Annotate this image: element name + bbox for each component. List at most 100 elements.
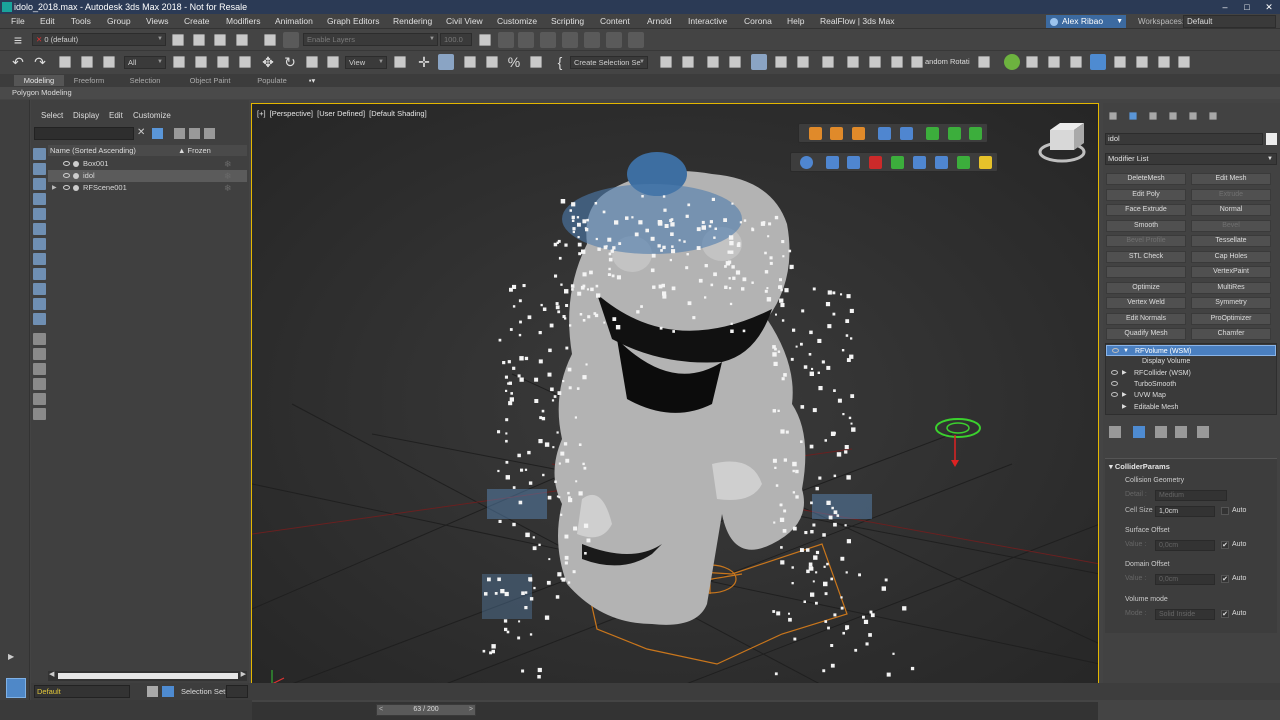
layer-properties-icon[interactable]: [236, 34, 248, 46]
modifier-button[interactable]: Optimize: [1106, 281, 1186, 294]
maximize-button[interactable]: □: [1236, 0, 1258, 14]
menu-tools[interactable]: Tools: [71, 14, 91, 29]
rendered-frame-window-icon[interactable]: [869, 56, 881, 68]
minimize-button[interactable]: –: [1214, 0, 1236, 14]
tab-object-paint[interactable]: Object Paint: [180, 75, 240, 86]
realflow-cache-icon[interactable]: [957, 156, 970, 169]
keyboard-shortcut-override-icon[interactable]: [438, 54, 454, 70]
modifier-button[interactable]: STL Check: [1106, 250, 1186, 263]
layer-manager-icon[interactable]: [479, 34, 491, 46]
eye-icon[interactable]: [63, 173, 70, 178]
menu-group[interactable]: Group: [107, 14, 131, 29]
display-xrefs-icon[interactable]: [33, 268, 46, 280]
time-slider[interactable]: < 63 / 200 >: [376, 704, 476, 716]
realflow-volume-icon[interactable]: [847, 156, 860, 169]
modifier-button[interactable]: DeleteMesh: [1106, 173, 1186, 185]
display-space-warps-icon[interactable]: [33, 238, 46, 250]
realflow-daemon-icon[interactable]: [878, 127, 891, 140]
modifier-button[interactable]: Quadify Mesh: [1106, 328, 1186, 340]
filter-icon[interactable]: [152, 128, 163, 139]
previous-frame-icon[interactable]: <: [379, 705, 383, 715]
rotate-icon[interactable]: ↻: [282, 54, 298, 70]
display-hidden-icon[interactable]: [33, 333, 46, 345]
rollout-title[interactable]: ▾ ColliderParams: [1109, 462, 1170, 471]
menu-scripting[interactable]: Scripting: [551, 14, 584, 29]
eye-icon[interactable]: [63, 161, 70, 166]
spinner-snap-icon[interactable]: [530, 56, 542, 68]
realflow-collider-icon[interactable]: [891, 156, 904, 169]
display-bones-icon[interactable]: [33, 283, 46, 295]
link-icon[interactable]: [59, 56, 71, 68]
realflow-tool-icon[interactable]: [1114, 56, 1126, 68]
modifier-button[interactable]: Smooth: [1106, 219, 1186, 232]
display-children-icon[interactable]: [33, 348, 46, 360]
menu-views[interactable]: Views: [146, 14, 169, 29]
modifier-button[interactable]: ProOptimizer: [1191, 312, 1271, 325]
undo-icon[interactable]: ↶: [10, 54, 26, 70]
percent-snap-icon[interactable]: %: [506, 54, 522, 70]
modifier-stack-row[interactable]: ▶ Editable Mesh: [1106, 402, 1276, 413]
cell-size-spinner[interactable]: 1,0cm: [1155, 506, 1215, 517]
explorer-row-idol[interactable]: idol ❄: [48, 170, 247, 182]
display-groups-icon[interactable]: [33, 253, 46, 265]
selection-filter-combo[interactable]: All ▼: [124, 56, 166, 69]
layer-combo[interactable]: ✕ 0 (default) ▼: [32, 33, 166, 46]
selection-set-combo[interactable]: [226, 685, 248, 698]
realflow-mesh-icon[interactable]: [948, 127, 961, 140]
realflow-domain-icon[interactable]: [800, 156, 813, 169]
display-shapes-icon[interactable]: [33, 178, 46, 190]
auto-checkbox[interactable]: ✔: [1221, 541, 1229, 549]
explorer-horizontal-scrollbar[interactable]: ◀ ▶: [48, 671, 247, 681]
menu-content[interactable]: Content: [600, 14, 630, 29]
menu-civil-view[interactable]: Civil View: [446, 14, 483, 29]
enable-layers-combo[interactable]: Enable Layers ▼: [303, 33, 438, 46]
expand-arrow-icon[interactable]: ▶: [1122, 368, 1127, 379]
expand-arrow-icon[interactable]: ▶: [8, 652, 14, 661]
realflow-daemon-icon[interactable]: [900, 127, 913, 140]
place-icon[interactable]: [327, 56, 339, 68]
menu-corona[interactable]: Corona: [744, 14, 772, 29]
modify-tab-icon[interactable]: [1129, 112, 1137, 120]
select-object-icon[interactable]: [173, 56, 185, 68]
realflow-simulate-icon[interactable]: [1048, 56, 1060, 68]
display-containers-icon[interactable]: [33, 298, 46, 310]
column-name[interactable]: Name (Sorted Ascending): [50, 145, 136, 156]
viewport-pov-label[interactable]: [Perspective]: [270, 109, 313, 118]
realflow-emitter-icon[interactable]: [869, 156, 882, 169]
surface-offset-spinner[interactable]: 0,0cm: [1155, 540, 1215, 551]
create-tab-icon[interactable]: [1109, 112, 1117, 120]
eye-icon[interactable]: [1111, 369, 1118, 375]
modifier-button[interactable]: Extrude: [1191, 188, 1271, 201]
expand-arrow-icon[interactable]: ▶: [1122, 390, 1127, 401]
hierarchy-tab-icon[interactable]: [1149, 112, 1157, 120]
modifier-button[interactable]: MultiRes: [1191, 281, 1271, 294]
next-frame-icon[interactable]: >: [469, 705, 473, 715]
detail-select[interactable]: Medium: [1155, 490, 1227, 501]
modifier-button[interactable]: Face Extrude: [1106, 204, 1186, 216]
snap-toggle-icon[interactable]: [464, 56, 476, 68]
eye-icon[interactable]: [1111, 392, 1118, 398]
clear-search-icon[interactable]: ✕: [137, 127, 145, 138]
realflow-mesh-icon[interactable]: [926, 127, 939, 140]
close-button[interactable]: ✕: [1258, 0, 1280, 14]
hierarchy-icon[interactable]: [189, 128, 200, 139]
explorer-row-box001[interactable]: Box001 ❄: [48, 158, 247, 170]
modifier-stack-row[interactable]: Display Volume: [1106, 356, 1276, 367]
viewport-shading-label[interactable]: [Default Shading]: [369, 109, 427, 118]
scroll-left-icon[interactable]: ◀: [49, 670, 54, 678]
eye-icon[interactable]: [1112, 348, 1119, 353]
schematic-view-icon[interactable]: [797, 56, 809, 68]
display-helpers-icon[interactable]: [33, 223, 46, 235]
random-rotate-label[interactable]: andom Rotati: [925, 57, 970, 66]
modifier-stack-row[interactable]: ▶ RFCollider (WSM): [1106, 368, 1276, 379]
modifier-stack-row[interactable]: TurboSmooth: [1106, 379, 1276, 390]
explorer-layer-icon[interactable]: [33, 408, 46, 420]
display-frozen-icon[interactable]: [33, 313, 46, 325]
show-end-result-icon[interactable]: [1133, 426, 1145, 438]
current-layer-field[interactable]: Default: [34, 685, 130, 698]
tab-freeform[interactable]: Freeform: [64, 75, 114, 86]
snowflake-icon[interactable]: ❄: [224, 158, 232, 170]
user-account-button[interactable]: Alex Ribao ▼: [1046, 15, 1126, 28]
modifier-button[interactable]: [1106, 266, 1186, 278]
remove-modifier-icon[interactable]: [1175, 426, 1187, 438]
